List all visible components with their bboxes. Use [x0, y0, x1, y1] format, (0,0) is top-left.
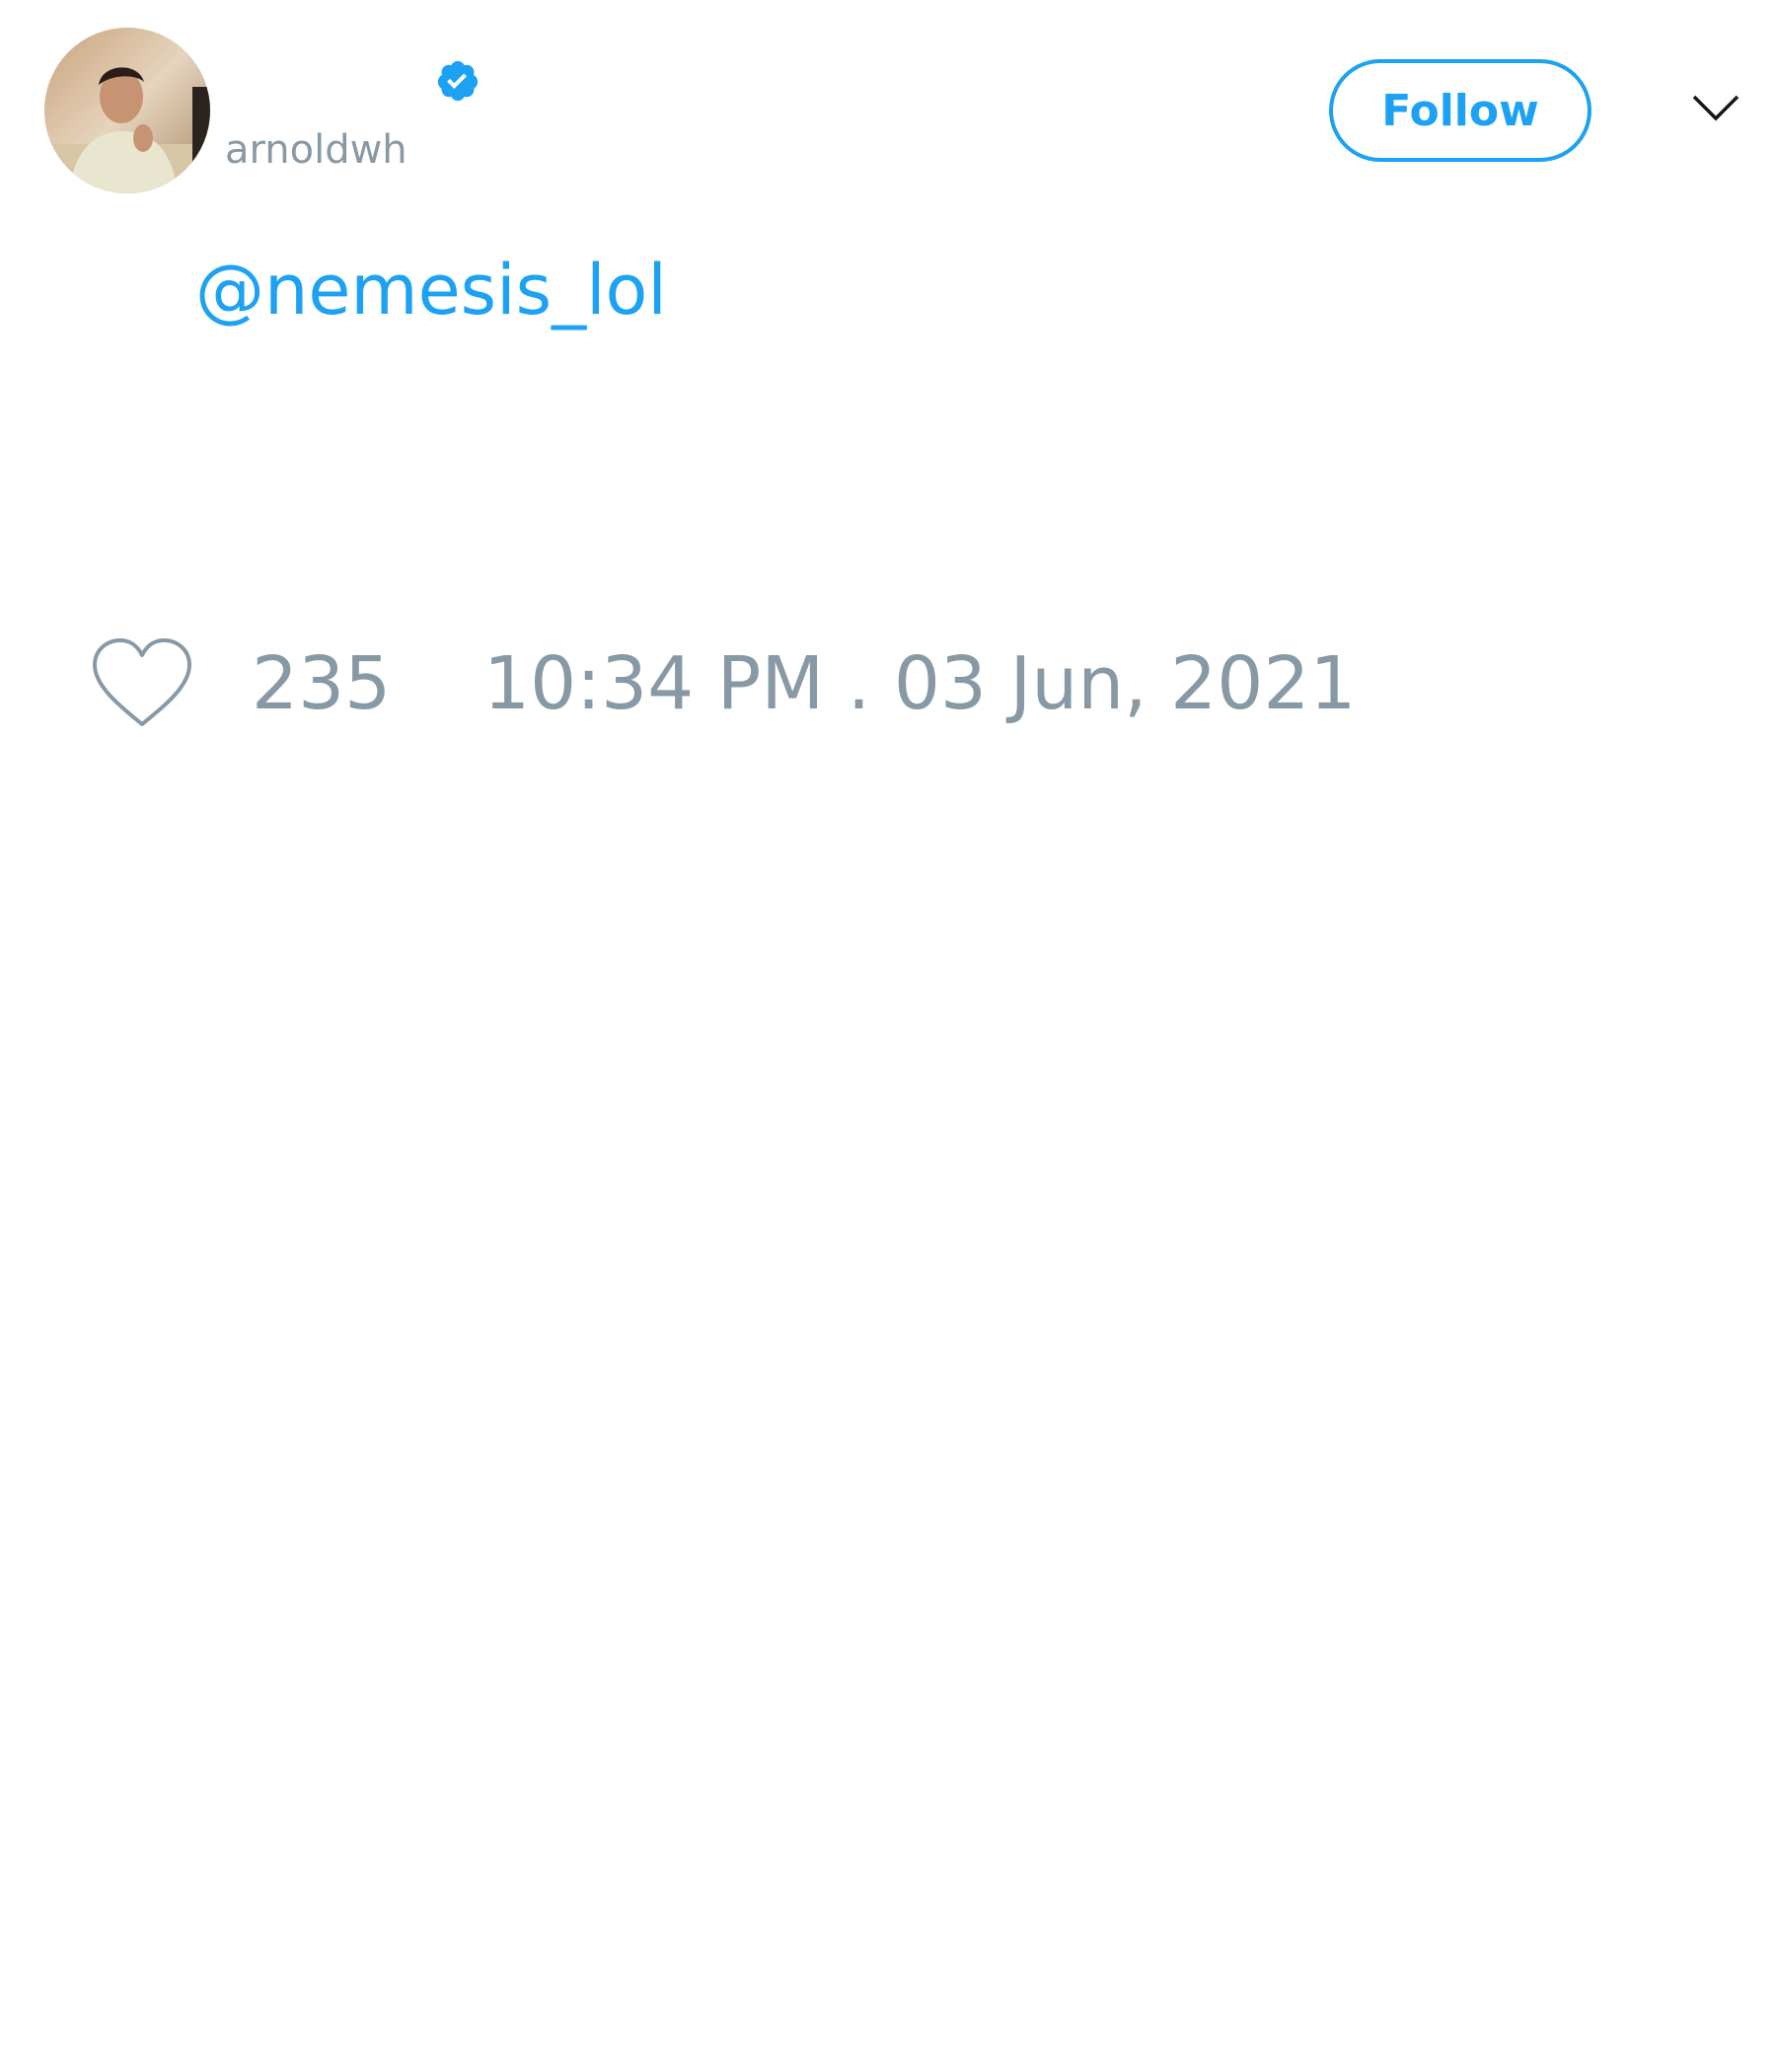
- tweet-text-mention[interactable]: @nemesis_lol: [195, 249, 667, 332]
- user-handle-text: arnoldwh: [225, 127, 407, 173]
- avatar-photo: [44, 28, 210, 193]
- tweet-timestamp[interactable]: 10:34 PM . 03 Jun, 2021: [483, 639, 1357, 728]
- like-count: 235: [252, 641, 392, 726]
- heart-icon[interactable]: [89, 635, 195, 730]
- follow-button[interactable]: Follow: [1329, 59, 1591, 162]
- avatar[interactable]: [44, 28, 210, 193]
- verified-badge-icon: [437, 60, 479, 102]
- chevron-down-icon[interactable]: [1691, 91, 1740, 124]
- user-handle[interactable]: arnoldwh: [225, 126, 407, 174]
